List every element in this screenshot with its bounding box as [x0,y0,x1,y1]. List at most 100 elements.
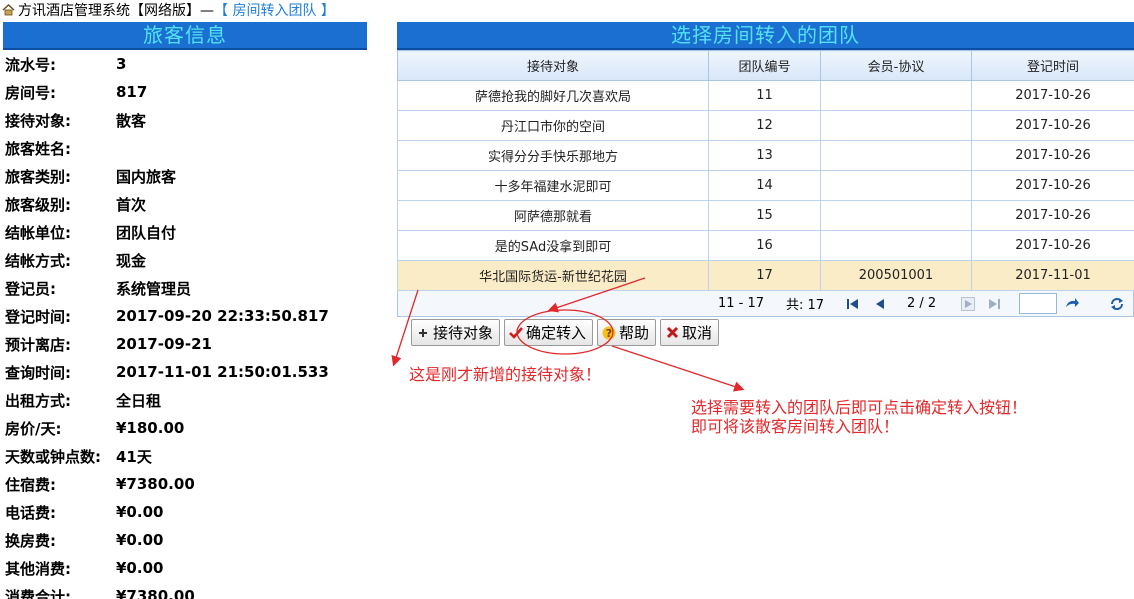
table-row[interactable]: 阿萨德那就看 15 2017-10-26 [397,200,1134,231]
guest-info-label: 登记员: [5,279,56,298]
guest-info-value: 2017-09-20 22:33:50.817 [116,307,329,325]
go-arrow-icon[interactable] [1064,296,1080,312]
guest-info-value: ¥0.00 [116,503,164,521]
help-button[interactable]: ? 帮助 [597,319,657,346]
col-header-reception[interactable]: 接待对象 [397,50,709,81]
page-title-bar: 方讯酒店管理系统【网络版】— 【 房间转入团队 】 [2,1,335,19]
col-header-date[interactable]: 登记时间 [971,50,1134,81]
cancel-label: 取消 [682,324,713,342]
cell-member [820,170,972,201]
cell-team-no: 16 [708,230,821,261]
table-row[interactable]: 是的SAd没拿到即可 16 2017-10-26 [397,230,1134,261]
cell-member [820,230,972,261]
cell-reception: 阿萨德那就看 [397,200,709,231]
table-row[interactable]: 萨德抢我的脚好几次喜欢局 11 2017-10-26 [397,80,1134,111]
team-select-title: 选择房间转入的团队 [397,22,1134,50]
cell-reception: 实得分分手快乐那地方 [397,140,709,171]
cell-team-no: 17 [708,260,821,291]
confirm-transfer-label: 确定转入 [526,324,587,342]
guest-info-row: 旅客级别: 首次 [3,190,367,218]
first-page-icon[interactable] [845,296,861,312]
cell-member [820,110,972,141]
team-table-header: 接待对象 团队编号 会员-协议 登记时间 [397,50,1134,81]
cell-date: 2017-10-26 [971,110,1134,141]
guest-info-row: 登记时间: 2017-09-20 22:33:50.817 [3,302,367,330]
cancel-button[interactable]: 取消 [660,319,720,346]
system-title: 方讯酒店管理系统【网络版】— [18,3,214,19]
guest-info-row: 结帐方式: 现金 [3,246,367,274]
guest-info-value: 现金 [116,251,147,270]
question-icon: ? [602,326,616,340]
guest-info-row: 住宿费: ¥7380.00 [3,470,367,498]
cell-member [820,200,972,231]
team-select-panel: 选择房间转入的团队 接待对象 团队编号 会员-协议 登记时间 萨德抢我的脚好几次… [397,22,1134,317]
add-reception-label: 接待对象 [433,324,494,342]
cell-date: 2017-11-01 [971,260,1134,291]
guest-info-value: 系统管理员 [116,279,192,298]
guest-info-value: ¥0.00 [116,559,164,577]
add-reception-button[interactable]: 接待对象 [411,319,501,346]
cell-team-no: 15 [708,200,821,231]
guest-info-value: ¥180.00 [116,419,185,437]
close-icon [665,326,679,340]
guest-info-label: 预计离店: [5,335,71,354]
guest-info-label: 接待对象: [5,111,71,130]
table-pager: 11 - 17 共: 17 2 / 2 [397,291,1134,317]
guest-info-label: 房价/天: [5,419,62,438]
table-row[interactable]: 实得分分手快乐那地方 13 2017-10-26 [397,140,1134,171]
guest-info-value: 817 [116,83,148,101]
cell-reception: 丹江口市你的空间 [397,110,709,141]
team-table: 接待对象 团队编号 会员-协议 登记时间 萨德抢我的脚好几次喜欢局 11 2017-… [397,50,1134,291]
cell-team-no: 13 [708,140,821,171]
guest-info-row: 电话费: ¥0.00 [3,498,367,526]
guest-info-title: 旅客信息 [3,22,367,50]
cell-member [820,140,972,171]
annotation-new-reception: 这是刚才新增的接待对象！ [409,365,602,384]
annotation-arrow-confirm [611,345,745,392]
cell-date: 2017-10-26 [971,200,1134,231]
guest-info-row: 流水号: 3 [3,50,367,78]
goto-page-input[interactable] [1019,293,1057,314]
next-page-icon[interactable] [960,296,976,312]
guest-info-row: 查询时间: 2017-11-01 21:50:01.533 [3,358,367,386]
guest-info-panel: 旅客信息 流水号: 3 房间号: 817 接待对象: 散客 旅客姓名: 旅客类别: 国内旅客 旅客… [3,22,367,599]
guest-info-value: 散客 [116,111,147,130]
cell-member [820,80,972,111]
guest-info-label: 其他消费: [5,559,71,578]
svg-text:?: ? [606,327,612,340]
cell-team-no: 11 [708,80,821,111]
pager-range: 11 - 17 [718,296,765,311]
confirm-transfer-button[interactable]: 确定转入 [504,319,594,346]
cell-team-no: 12 [708,110,821,141]
table-row[interactable]: 华北国际货运-新世纪花园 17 200501001 2017-11-01 [397,260,1134,291]
table-row[interactable]: 十多年福建水泥即可 14 2017-10-26 [397,170,1134,201]
guest-info-row: 出租方式: 全日租 [3,386,367,414]
cell-team-no: 14 [708,170,821,201]
cell-date: 2017-10-26 [971,230,1134,261]
guest-info-label: 登记时间: [5,307,71,326]
page-breadcrumb-link[interactable]: 【 房间转入团队 】 [214,0,335,20]
col-header-member[interactable]: 会员-协议 [820,50,972,81]
cell-date: 2017-10-26 [971,140,1134,171]
plus-icon [416,326,430,340]
guest-info-label: 天数或钟点数: [5,447,101,466]
prev-page-icon[interactable] [872,296,888,312]
guest-info-row: 房价/天: ¥180.00 [3,414,367,442]
guest-info-label: 结帐方式: [5,251,71,270]
home-icon [2,4,15,16]
guest-info-label: 房间号: [5,83,56,102]
refresh-icon[interactable] [1109,296,1125,312]
guest-info-label: 旅客类别: [5,167,71,186]
guest-info-label: 流水号: [5,55,56,74]
guest-info-row: 接待对象: 散客 [3,106,367,134]
col-header-team-no[interactable]: 团队编号 [708,50,821,81]
pager-page-info: 2 / 2 [907,296,937,311]
guest-info-row: 登记员: 系统管理员 [3,274,367,302]
guest-info-value: 全日租 [116,391,162,410]
table-row[interactable]: 丹江口市你的空间 12 2017-10-26 [397,110,1134,141]
last-page-icon[interactable] [986,296,1002,312]
guest-info-row: 旅客姓名: [3,134,367,162]
annotation-instruction-line2: 即可将该散客房间转入团队！ [691,417,900,436]
guest-info-label: 电话费: [5,503,56,522]
guest-info-label: 查询时间: [5,363,71,382]
